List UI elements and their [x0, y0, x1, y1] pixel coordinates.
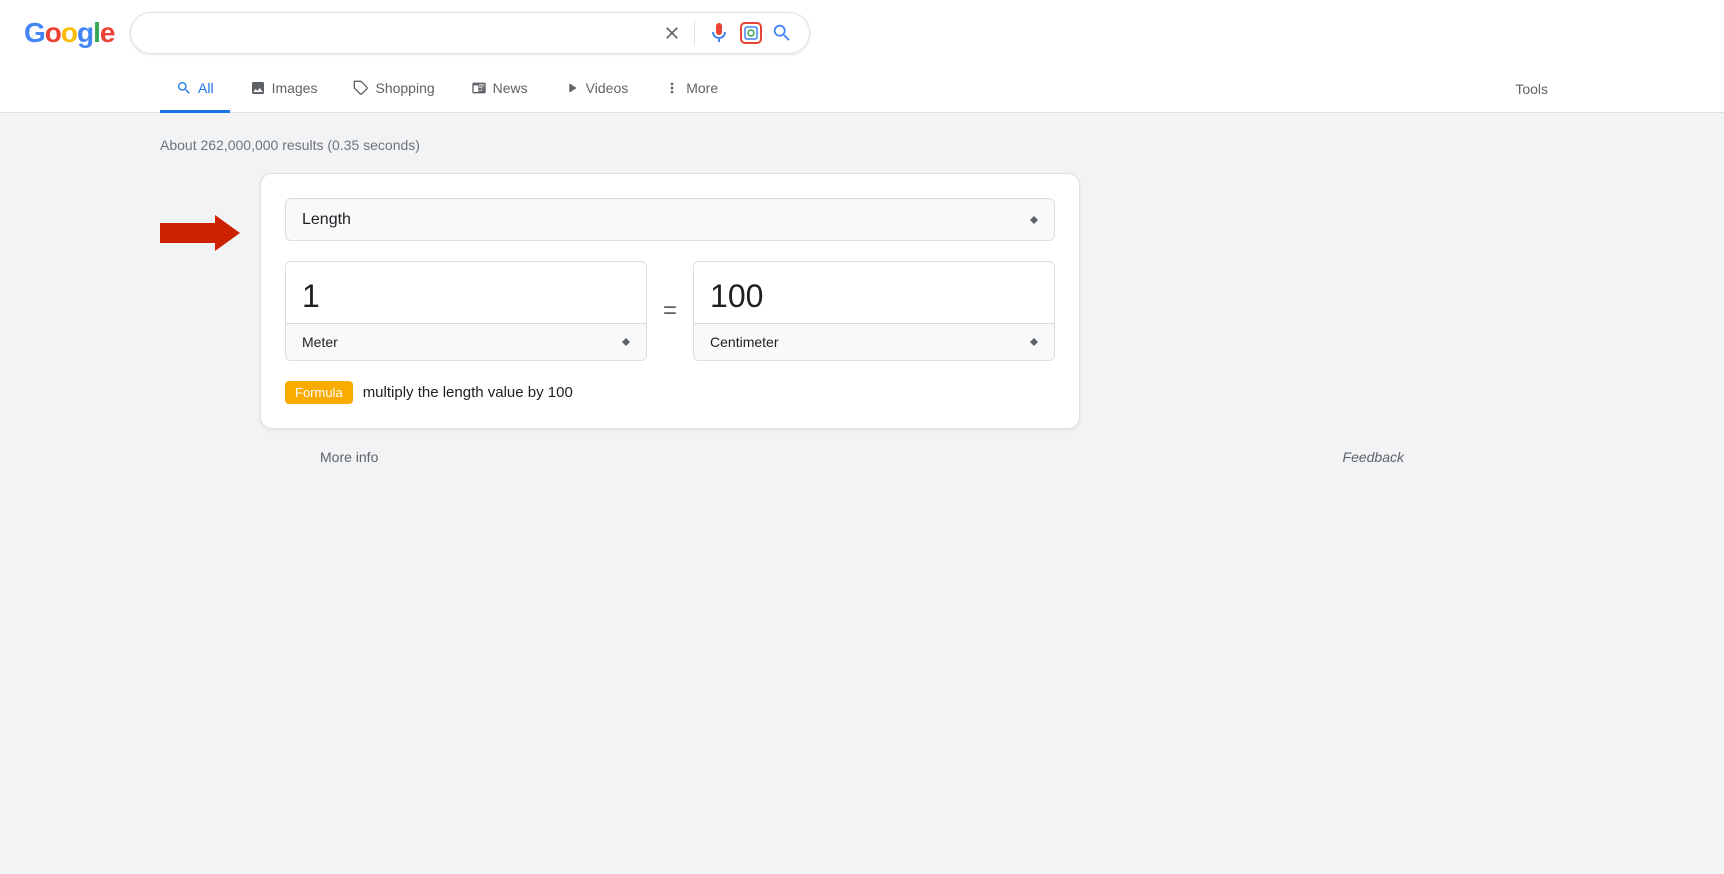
unit-converter-widget: Length Area Volume Weight Temperature Ti…: [260, 173, 1080, 429]
formula-badge: Formula: [285, 381, 353, 404]
from-unit-select[interactable]: Meter Kilometer Centimeter Millimeter Mi…: [286, 323, 646, 360]
equals-sign: =: [663, 297, 677, 325]
widget-wrapper: Length Area Volume Weight Temperature Ti…: [160, 173, 1564, 429]
logo-letter-g: G: [24, 17, 45, 48]
more-info-link[interactable]: More info: [320, 449, 378, 465]
tab-images[interactable]: Images: [234, 66, 334, 113]
search-divider: [694, 21, 695, 45]
tab-more[interactable]: More: [648, 66, 734, 113]
tab-shopping-label: Shopping: [375, 80, 434, 96]
logo-letter-o2: o: [61, 17, 77, 48]
to-unit-select[interactable]: Centimeter Meter Kilometer Millimeter Mi…: [694, 323, 1054, 360]
lens-icon[interactable]: [739, 21, 763, 45]
tools-label: Tools: [1515, 81, 1548, 97]
search-input[interactable]: unit converter: [147, 24, 654, 42]
search-tab-icon: [176, 80, 192, 96]
tab-images-label: Images: [272, 80, 318, 96]
tab-all-label: All: [198, 80, 214, 96]
tools-tab[interactable]: Tools: [1499, 67, 1564, 111]
search-submit-icon[interactable]: [771, 22, 793, 44]
logo-letter-g2: g: [77, 17, 93, 48]
tab-videos-label: Videos: [586, 80, 629, 96]
images-tab-icon: [250, 80, 266, 96]
red-arrow-icon: [160, 213, 240, 253]
from-value[interactable]: 1: [286, 262, 646, 323]
tab-news-label: News: [493, 80, 528, 96]
tab-more-label: More: [686, 80, 718, 96]
to-box: 100 Centimeter Meter Kilometer Millimete…: [693, 261, 1055, 361]
main-content: About 262,000,000 results (0.35 seconds)…: [0, 113, 1724, 713]
more-tab-icon: [664, 80, 680, 96]
videos-tab-icon: [564, 80, 580, 96]
clear-icon[interactable]: [662, 23, 682, 43]
mic-icon[interactable]: [707, 21, 731, 45]
tab-videos[interactable]: Videos: [548, 66, 645, 113]
news-tab-icon: [471, 80, 487, 96]
arrow-indicator: [160, 213, 240, 253]
search-bar-actions: [662, 21, 793, 45]
feedback-link[interactable]: Feedback: [1343, 449, 1404, 465]
results-info: About 262,000,000 results (0.35 seconds): [160, 129, 1564, 153]
unit-type-select[interactable]: Length Area Volume Weight Temperature Ti…: [285, 198, 1055, 241]
tab-shopping[interactable]: Shopping: [337, 66, 450, 113]
logo-letter-o1: o: [45, 17, 61, 48]
header: Google unit converter: [0, 0, 1724, 66]
to-value[interactable]: 100: [694, 262, 1054, 323]
logo-letter-l: l: [93, 17, 100, 48]
search-bar: unit converter: [130, 12, 810, 54]
logo-letter-e: e: [100, 17, 115, 48]
google-logo[interactable]: Google: [24, 17, 114, 49]
converter-row: 1 Meter Kilometer Centimeter Millimeter …: [285, 261, 1055, 361]
footer-row: More info Feedback: [160, 437, 1564, 477]
tab-news[interactable]: News: [455, 66, 544, 113]
from-box: 1 Meter Kilometer Centimeter Millimeter …: [285, 261, 647, 361]
tab-all[interactable]: All: [160, 66, 230, 113]
formula-row: Formula multiply the length value by 100: [285, 381, 1055, 404]
nav-tabs: All Images Shopping News Videos More: [0, 66, 1724, 113]
shopping-tab-icon: [353, 80, 369, 96]
formula-text: multiply the length value by 100: [363, 384, 573, 401]
